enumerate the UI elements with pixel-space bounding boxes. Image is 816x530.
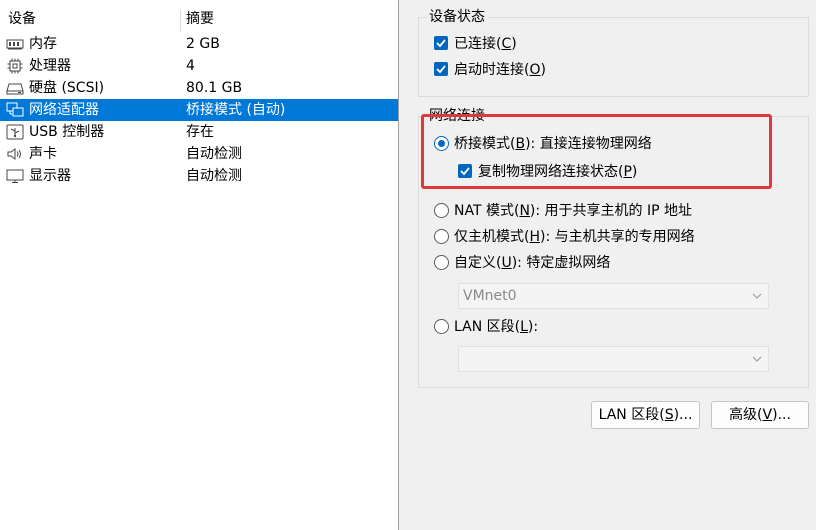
- chevron-down-icon: [752, 293, 762, 299]
- bridged-label: 桥接模式(B): 直接连接物理网络: [454, 134, 652, 154]
- custom-network-select[interactable]: VMnet0: [458, 283, 769, 309]
- advanced-button[interactable]: 高级(V)...: [711, 401, 809, 429]
- checkmark-icon: [436, 65, 446, 74]
- device-summary: 自动检测: [186, 146, 242, 162]
- access-key: S: [664, 407, 674, 423]
- checkmark-icon: [436, 39, 446, 48]
- access-key: P: [623, 164, 632, 180]
- device-name: 处理器: [29, 58, 71, 74]
- lan-segments-button[interactable]: LAN 区段(S)...: [591, 401, 700, 429]
- access-key: V: [762, 407, 773, 423]
- label-text: NAT 模式(: [454, 203, 520, 219]
- device-row-display[interactable]: 显示器 自动检测: [0, 165, 398, 187]
- label-text: 已连接(: [454, 36, 502, 52]
- column-header-summary[interactable]: 摘要: [186, 8, 214, 30]
- connected-label: 已连接(C): [454, 34, 517, 54]
- device-status-group: 设备状态: [418, 8, 809, 97]
- checkmark-icon: [460, 167, 470, 176]
- chevron-down-icon: [752, 356, 762, 362]
- label-text: LAN 区段(: [598, 407, 665, 423]
- device-row-network-adapter[interactable]: 网络适配器 桥接模式 (自动): [0, 99, 398, 121]
- column-separator[interactable]: [180, 10, 181, 32]
- memory-icon: [6, 39, 24, 50]
- custom-network-value: VMnet0: [463, 288, 517, 304]
- custom-label: 自定义(U): 特定虚拟网络: [454, 253, 610, 273]
- access-key: U: [501, 255, 512, 271]
- device-name: 内存: [29, 36, 57, 52]
- checkbox-checked[interactable]: [434, 36, 448, 50]
- device-name: 硬盘 (SCSI): [29, 80, 105, 96]
- device-row-sound-card[interactable]: 声卡 自动检测: [0, 143, 398, 165]
- device-row-processor[interactable]: 处理器 4: [0, 55, 398, 77]
- host-only-label: 仅主机模式(H): 与主机共享的专用网络: [454, 227, 695, 247]
- label-text: 高级(: [729, 407, 763, 423]
- access-key: O: [529, 62, 541, 78]
- radio-unselected[interactable]: [434, 203, 449, 218]
- device-summary: 80.1 GB: [186, 80, 243, 96]
- radio-selected[interactable]: [434, 136, 449, 151]
- label-text: ): 与主机共享的专用网络: [540, 229, 695, 245]
- radio-unselected[interactable]: [434, 255, 449, 270]
- device-summary: 桥接模式 (自动): [186, 102, 286, 118]
- radio-unselected[interactable]: [434, 319, 449, 334]
- sound-card-icon: [7, 148, 21, 160]
- device-list-panel: 设备 摘要 内存 2 GB 处理器 4 硬盘 (SCSI) 80.1 GB 网络…: [0, 0, 399, 530]
- device-list-header: 设备 摘要: [0, 8, 398, 32]
- label-text: 仅主机模式(: [454, 229, 530, 245]
- label-text: 自定义(: [454, 255, 502, 271]
- label-text: ): 特定虚拟网络: [511, 255, 611, 271]
- device-summary: 4: [186, 58, 195, 74]
- label-text: )...: [673, 407, 693, 423]
- label-text: ): 直接连接物理网络: [525, 136, 652, 152]
- radio-unselected[interactable]: [434, 229, 449, 244]
- checkbox-checked[interactable]: [434, 62, 448, 76]
- nat-label: NAT 模式(N): 用于共享主机的 IP 地址: [454, 201, 692, 221]
- access-key: H: [529, 229, 540, 245]
- label-text: ): [540, 62, 546, 78]
- label-text: 桥接模式(: [454, 136, 516, 152]
- device-status-title: 设备状态: [427, 8, 487, 26]
- device-name: 显示器: [29, 168, 71, 184]
- label-text: ): [511, 36, 517, 52]
- column-header-device[interactable]: 设备: [8, 8, 36, 30]
- label-text: ):: [527, 319, 539, 335]
- connect-at-power-on-label: 启动时连接(O): [454, 60, 546, 80]
- device-summary: 自动检测: [186, 168, 242, 184]
- device-summary: 2 GB: [186, 36, 220, 52]
- hard-disk-icon: [6, 83, 24, 95]
- device-name: 网络适配器: [29, 102, 99, 118]
- device-row-hard-disk[interactable]: 硬盘 (SCSI) 80.1 GB: [0, 77, 398, 99]
- device-row-usb-controller[interactable]: USB 控制器 存在: [0, 121, 398, 143]
- label-text: ): 用于共享主机的 IP 地址: [529, 203, 693, 219]
- replicate-state-label: 复制物理网络连接状态(P): [478, 162, 637, 182]
- network-adapter-icon: [6, 102, 24, 117]
- usb-icon: [6, 124, 24, 140]
- label-text: 复制物理网络连接状态(: [478, 164, 624, 180]
- device-summary: 存在: [186, 124, 214, 140]
- device-name: USB 控制器: [29, 124, 105, 140]
- processor-icon: [7, 58, 23, 74]
- display-icon: [6, 169, 24, 183]
- label-text: )...: [772, 407, 791, 423]
- access-key: N: [519, 203, 530, 219]
- access-key: C: [501, 36, 512, 52]
- lan-segment-select[interactable]: [458, 346, 769, 372]
- label-text: ): [631, 164, 638, 180]
- access-key: B: [515, 136, 526, 152]
- label-text: 启动时连接(: [454, 62, 530, 78]
- label-text: LAN 区段(: [454, 319, 521, 335]
- lan-segment-label: LAN 区段(L):: [454, 317, 538, 337]
- checkbox-checked[interactable]: [458, 164, 472, 178]
- device-row-memory[interactable]: 内存 2 GB: [0, 33, 398, 55]
- access-key: L: [520, 319, 528, 335]
- device-name: 声卡: [29, 146, 57, 162]
